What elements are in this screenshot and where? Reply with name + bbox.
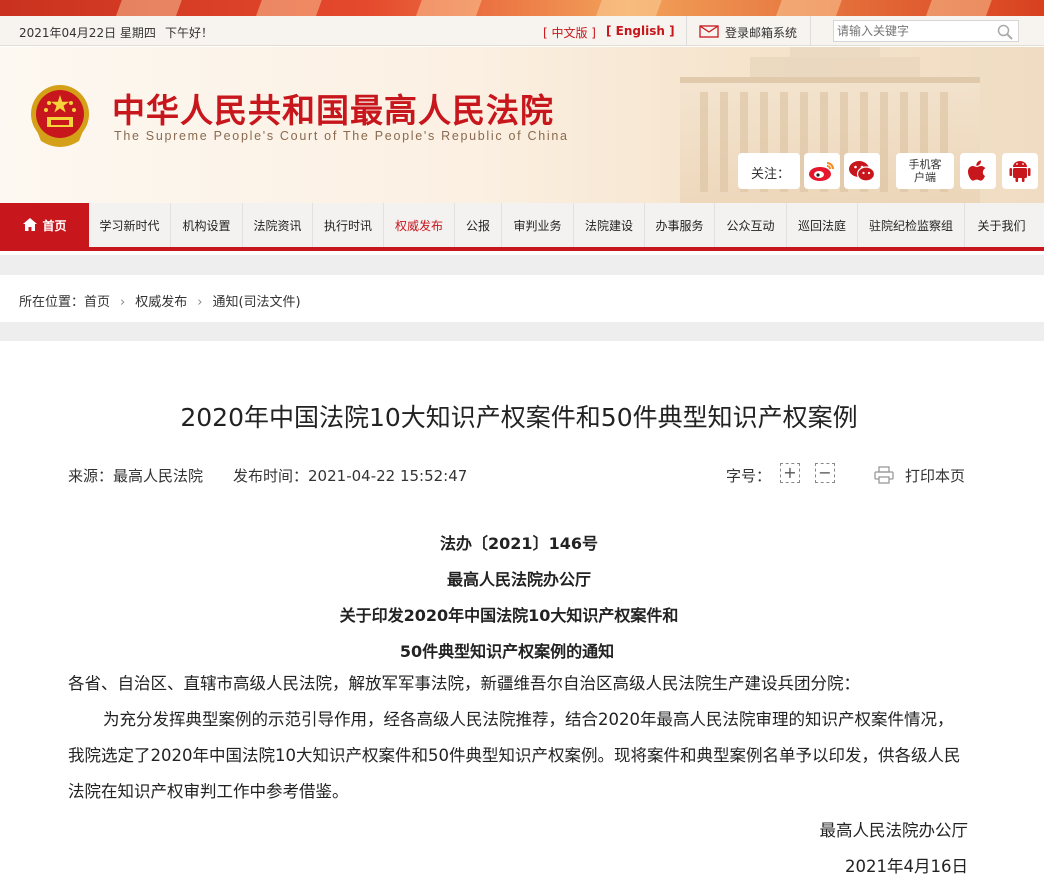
search-input[interactable] — [834, 21, 984, 41]
weibo-button[interactable] — [804, 153, 840, 189]
document-number: 法办〔2021〕146号 — [440, 534, 598, 553]
nav-court-building[interactable]: 法院建设 — [574, 203, 645, 247]
lang-english-link[interactable]: [ English ] — [606, 24, 675, 38]
nav-trial-business[interactable]: 审判业务 — [502, 203, 574, 247]
nav-discipline-inspection[interactable]: 驻院纪检监察组 — [858, 203, 965, 247]
document-addressees: 各省、自治区、直辖市高级人民法院，解放军军事法院，新疆维吾尔自治区高级人民法院生… — [68, 674, 860, 693]
weibo-icon — [809, 162, 834, 181]
print-button[interactable]: 打印本页 — [874, 465, 965, 486]
follow-bar: 关注： 手机客户端 — [738, 153, 1038, 191]
android-icon — [1009, 161, 1031, 182]
separator-band — [0, 322, 1044, 341]
article-publish-time: 发布时间：2021-04-22 15:52:47 — [233, 467, 468, 485]
nav-court-news[interactable]: 法院资讯 — [243, 203, 313, 247]
document-heading-line2: 50件典型知识产权案例的通知 — [399, 642, 615, 661]
greeting: 下午好！ — [165, 26, 214, 40]
nav-organization[interactable]: 机构设置 — [171, 203, 243, 247]
lang-chinese-link[interactable]: [ 中文版 ] — [543, 24, 596, 41]
android-app-button[interactable] — [1002, 153, 1038, 189]
site-title: 中华人民共和国最高人民法院 — [112, 91, 554, 130]
printer-icon — [874, 466, 894, 484]
document-heading-line1: 关于印发2020年中国法院10大知识产权案件和 — [339, 606, 679, 625]
document-signer: 最高人民法院办公厅 — [819, 821, 969, 840]
apple-icon — [968, 160, 986, 181]
chevron-right-icon: › — [197, 295, 203, 310]
nav-about-us[interactable]: 关于我们 — [965, 203, 1038, 247]
nav-enforcement-news[interactable]: 执行时讯 — [313, 203, 384, 247]
ios-app-button[interactable] — [960, 153, 996, 189]
mobile-client-label: 手机客户端 — [896, 153, 954, 189]
nav-home[interactable]: 首页 — [0, 203, 89, 247]
site-header: 中华人民共和国最高人民法院 The Supreme People's Court… — [0, 47, 1044, 203]
nav-public-interaction[interactable]: 公众互动 — [715, 203, 787, 247]
document-issuer: 最高人民法院办公厅 — [446, 570, 591, 589]
separator-band — [0, 255, 1044, 275]
national-emblem-icon — [31, 85, 89, 147]
breadcrumb-category[interactable]: 权威发布 — [135, 291, 187, 310]
mail-login-link[interactable]: 登录邮箱系统 — [686, 16, 811, 46]
font-size-label: 字号： — [726, 467, 772, 485]
breadcrumb: 所在位置：首页 › 权威发布 › 通知(司法文件) — [0, 275, 1044, 322]
font-decrease-button[interactable]: − — [815, 463, 835, 483]
article-meta: 来源：最高人民法院 发布时间：2021-04-22 15:52:47 — [68, 465, 467, 486]
nav-study-new-era[interactable]: 学习新时代 — [89, 203, 171, 247]
article-source: 来源：最高人民法院 — [68, 467, 204, 485]
breadcrumb-home[interactable]: 所在位置：首页 — [19, 291, 110, 310]
mail-icon — [699, 25, 719, 38]
print-label: 打印本页 — [905, 467, 966, 485]
search-box — [833, 20, 1019, 42]
site-subtitle-en: The Supreme People's Court of The People… — [114, 129, 569, 143]
chevron-right-icon: › — [120, 295, 126, 310]
mail-login-label: 登录邮箱系统 — [725, 26, 798, 40]
wechat-icon — [849, 161, 876, 182]
document-body: 为充分发挥典型案例的示范引导作用，经各高级人民法院推荐，结合2020年最高人民法… — [68, 710, 961, 801]
current-date: 2021年04月22日 星期四 — [19, 26, 156, 40]
nav-circuit-courts[interactable]: 巡回法庭 — [787, 203, 858, 247]
font-increase-button[interactable]: + — [780, 463, 800, 483]
main-navigation: 首页 学习新时代 机构设置 法院资讯 执行时讯 权威发布 公报 审判业务 法院建… — [0, 203, 1044, 251]
nav-services[interactable]: 办事服务 — [645, 203, 715, 247]
wechat-button[interactable] — [844, 153, 880, 189]
nav-gazette[interactable]: 公报 — [455, 203, 502, 247]
breadcrumb-current[interactable]: 通知(司法文件) — [212, 291, 300, 310]
nav-authoritative-release[interactable]: 权威发布 — [384, 203, 455, 247]
top-banner-strip — [0, 0, 1044, 16]
home-icon — [23, 218, 38, 231]
document-date: 2021年4月16日 — [845, 857, 968, 876]
follow-label: 关注： — [738, 153, 800, 189]
search-icon[interactable] — [997, 24, 1013, 40]
utility-bar: 2021年04月22日 星期四 下午好！ [ 中文版 ] [ English ]… — [0, 16, 1044, 46]
article-title: 2020年中国法院10大知识产权案件和50件典型知识产权案例 — [180, 403, 858, 432]
